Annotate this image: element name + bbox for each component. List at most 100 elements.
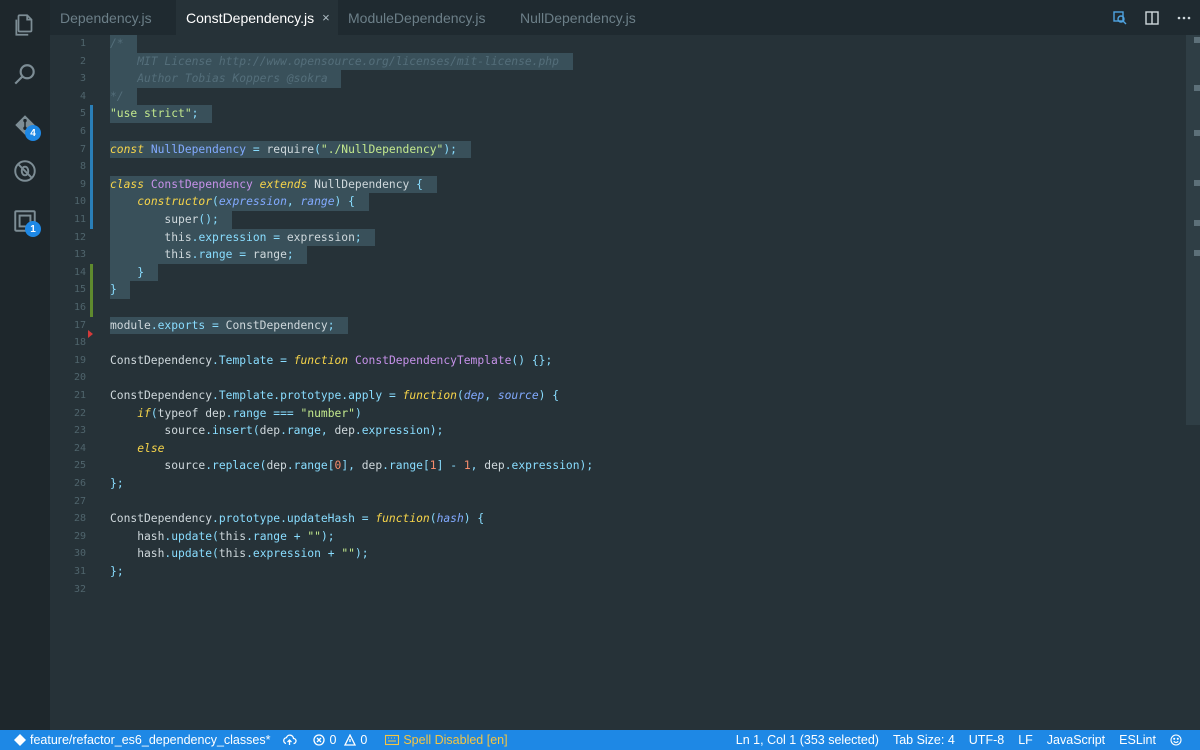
code-line[interactable]: 4 */ xyxy=(50,87,1180,106)
code-text: if(typeof dep.range === "number") xyxy=(137,406,362,420)
overview-ruler-mark xyxy=(1194,130,1200,136)
code-line[interactable]: 3 Author Tobias Koppers @sokra xyxy=(50,70,1180,88)
line-number: 27 xyxy=(73,495,86,507)
search-icon[interactable] xyxy=(0,50,50,100)
overview-ruler-mark xyxy=(1194,85,1200,91)
code-line[interactable]: 11 super(); xyxy=(50,211,1180,229)
code-text: else xyxy=(137,441,165,455)
code-line[interactable]: 22 if(typeof dep.range === "number") xyxy=(50,405,1180,423)
code-line[interactable]: 9 class ConstDependency extends NullDepen… xyxy=(50,175,1180,194)
cursor-position[interactable]: Ln 1, Col 1 (353 selected) xyxy=(730,730,887,750)
code-line[interactable]: 31}; xyxy=(50,563,1180,581)
status-bar: feature/refactor_es6_dependency_classes*… xyxy=(0,730,1200,750)
code-line[interactable]: 8 xyxy=(50,158,1180,176)
code-line[interactable]: 30 hash.update(this.expression + ""); xyxy=(50,545,1180,563)
code-line[interactable]: 6 xyxy=(50,123,1180,141)
line-number: 15 xyxy=(73,284,86,296)
gutter-modified-marker xyxy=(90,211,93,229)
code-line[interactable]: 25 source.replace(dep.range[0], dep.rang… xyxy=(50,457,1180,475)
split-editor-icon[interactable] xyxy=(1136,0,1168,35)
code-line[interactable]: 28 ConstDependency.prototype.updateHash =… xyxy=(50,510,1180,528)
editor-scrollbar[interactable] xyxy=(1186,35,1200,730)
code-line[interactable]: 18 xyxy=(50,330,1180,352)
tab-size[interactable]: Tab Size: 4 xyxy=(887,730,963,750)
git-branch[interactable]: feature/refactor_es6_dependency_classes* xyxy=(0,730,276,750)
line-number: 14 xyxy=(73,266,86,278)
source-control-icon[interactable]: 4 xyxy=(0,100,50,150)
tab-label: ModuleDependency.js xyxy=(348,9,486,26)
language-mode[interactable]: JavaScript xyxy=(1041,730,1113,750)
overview-ruler-mark xyxy=(1194,37,1200,43)
code-line[interactable]: 23 source.insert(dep.range, dep.expressi… xyxy=(50,422,1180,440)
gutter-deleted-marker xyxy=(88,330,93,339)
code-line[interactable]: 24 else xyxy=(50,440,1180,458)
code-text: */ xyxy=(110,87,138,106)
warning-icon xyxy=(344,734,357,746)
line-number: 28 xyxy=(73,513,86,525)
code-line[interactable]: 17 module.exports = ConstDependency; xyxy=(50,316,1180,335)
line-number: 5 xyxy=(79,108,86,120)
code-line[interactable]: 20 xyxy=(50,369,1180,387)
code-text: class ConstDependency extends NullDepend… xyxy=(110,175,437,194)
code-line[interactable]: 5 "use strict"; xyxy=(50,105,1180,123)
code-line[interactable]: 21 ConstDependency.Template.prototype.app… xyxy=(50,387,1180,405)
gutter-modified-marker xyxy=(90,105,93,123)
code-text: ConstDependency.Template.prototype.apply… xyxy=(110,389,560,402)
code-line[interactable]: 10 constructor(expression, range) { xyxy=(50,193,1180,211)
tab-constdependency[interactable]: ConstDependency.js × xyxy=(176,0,338,35)
eslint-status[interactable]: ESLint xyxy=(1113,730,1164,750)
encoding[interactable]: UTF-8 xyxy=(963,730,1012,750)
code-line[interactable]: 7 const NullDependency = require("./NullD… xyxy=(50,140,1180,159)
code-text: source.replace(dep.range[0], dep.range[1… xyxy=(110,459,594,473)
sync-button[interactable] xyxy=(276,730,307,750)
activity-bar: 4 1 xyxy=(0,0,50,730)
code-line[interactable]: 13 this.range = range; xyxy=(50,246,1180,264)
code-line[interactable]: 1 /* xyxy=(50,35,1180,53)
tab-moduledependency[interactable]: ModuleDependency.js xyxy=(338,0,510,35)
scroll-thumb[interactable] xyxy=(1186,35,1200,425)
line-number: 31 xyxy=(73,566,86,577)
overview-ruler-mark xyxy=(1194,220,1200,226)
tab-dependency[interactable]: Dependency.js xyxy=(50,0,176,35)
warning-count: 0 xyxy=(360,733,368,747)
debug-icon[interactable] xyxy=(0,146,50,196)
code-line[interactable]: 12 this.expression = expression; xyxy=(50,228,1180,247)
code-line[interactable]: 14 } xyxy=(50,263,1180,282)
code-line[interactable]: 19 ConstDependency.Template = function Co… xyxy=(50,352,1180,370)
problems-status[interactable]: 0 0 xyxy=(307,730,373,750)
code-editor[interactable]: 1 /* 2 MIT License http://www.opensource.… xyxy=(50,35,1200,730)
code-text: this.range = range; xyxy=(110,246,308,264)
code-text: this.expression = expression; xyxy=(110,228,376,247)
line-number: 2 xyxy=(79,55,86,67)
code-line[interactable]: 16 xyxy=(50,299,1180,317)
extensions-icon[interactable]: 1 xyxy=(0,196,50,246)
spell-check-status[interactable]: Spell Disabled [en] xyxy=(379,730,513,750)
line-number: 3 xyxy=(79,73,86,85)
explorer-icon[interactable] xyxy=(0,0,50,50)
tab-label: NullDependency.js xyxy=(520,9,636,26)
code-line[interactable]: 26}; xyxy=(50,475,1180,493)
code-line[interactable]: 15} xyxy=(50,281,1180,299)
code-text: module.exports = ConstDependency; xyxy=(110,316,349,335)
open-changes-icon[interactable] xyxy=(1104,0,1136,35)
line-number: 1 xyxy=(79,38,86,49)
tab-nulldependency[interactable]: NullDependency.js xyxy=(510,0,660,35)
line-number: 13 xyxy=(73,249,86,261)
close-icon[interactable]: × xyxy=(322,10,330,25)
line-number: 23 xyxy=(73,425,86,437)
code-line[interactable]: 27 xyxy=(50,493,1180,511)
code-line[interactable]: 2 MIT License http://www.opensource.org/… xyxy=(50,52,1180,71)
spell-label: Spell Disabled [en] xyxy=(403,733,508,747)
tab-label: ConstDependency.js xyxy=(186,9,315,26)
smiley-icon[interactable] xyxy=(1164,730,1200,750)
code-text: constructor(expression, range) { xyxy=(110,193,369,211)
code-line[interactable]: 29 hash.update(this.range + ""); xyxy=(50,528,1180,546)
code-text: const NullDependency = require("./NullDe… xyxy=(110,140,471,159)
overview-ruler-mark xyxy=(1194,180,1200,186)
code-line[interactable]: 32 xyxy=(50,581,1180,599)
line-number: 22 xyxy=(73,407,86,419)
tab-bar: Dependency.js ConstDependency.js × Modul… xyxy=(50,0,1200,35)
end-of-line[interactable]: LF xyxy=(1012,730,1041,750)
line-number: 7 xyxy=(79,143,86,155)
more-actions-icon[interactable] xyxy=(1168,0,1200,35)
